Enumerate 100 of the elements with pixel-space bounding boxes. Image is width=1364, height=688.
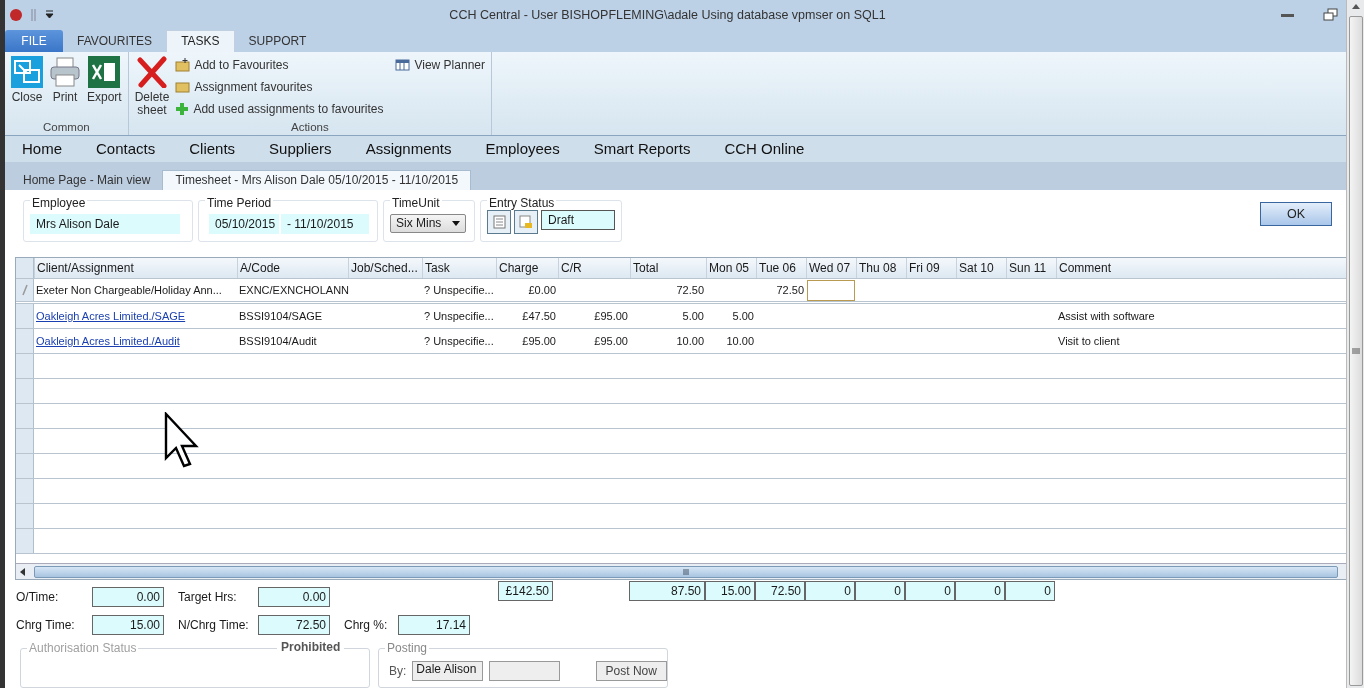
ribbon-button[interactable]: Add to Favourites	[175, 53, 384, 76]
ribbon-tab[interactable]: TASKS	[166, 29, 235, 52]
row-header[interactable]	[16, 354, 34, 379]
table-cell-text: 72.50	[675, 283, 705, 299]
row-header[interactable]	[16, 479, 34, 504]
row-header[interactable]	[16, 429, 34, 454]
caret-icon	[452, 220, 460, 226]
printer-icon	[49, 55, 81, 88]
ribbon-button[interactable]: Delete sheet	[134, 55, 170, 121]
nav-item[interactable]: Employees	[485, 140, 560, 158]
field-label: By:	[389, 664, 407, 678]
ribbon-tab[interactable]: SUPPORT	[234, 29, 321, 52]
ribbon-button[interactable]: Add used assignments to favourites	[175, 97, 384, 120]
posted-by-field[interactable]: Dale Alison	[412, 661, 483, 681]
column-header[interactable]: Total	[630, 258, 706, 279]
ok-button[interactable]: OK	[1260, 201, 1332, 226]
row-header[interactable]	[16, 404, 34, 429]
group-label: Authorisation Status	[27, 641, 139, 655]
table-cell-text: 5.00	[731, 309, 755, 325]
nav-item[interactable]: CCH Online	[724, 140, 805, 158]
table-row[interactable]: Oakleigh Acres Limited./Audit BSSI9104/Audit ? Unspecifie... £95.00 £95.00 10.00 10.00 Visit to client	[16, 329, 1346, 355]
field-label: Employee	[30, 195, 88, 210]
column-header[interactable]: Job/Sched...	[348, 258, 422, 279]
summary-label: N/Chrg Time:	[178, 617, 250, 632]
table-cell-text: £95.00	[593, 334, 629, 350]
nav-item[interactable]: Home	[22, 140, 62, 158]
column-header[interactable]: C/R	[558, 258, 630, 279]
column-header[interactable]: Task	[422, 258, 496, 279]
row-header[interactable]	[16, 529, 34, 554]
toolbar-separator-icon	[31, 7, 37, 22]
assignment-link[interactable]: Oakleigh Acres Limited./Audit	[34, 329, 237, 354]
document-tab[interactable]: Home Page - Main view	[11, 169, 163, 190]
column-header[interactable]: A/Code	[237, 258, 348, 279]
total-field: 15.00	[705, 580, 755, 601]
ribbon-button[interactable]: Close	[11, 55, 43, 121]
lock-button[interactable]	[514, 209, 538, 234]
group-label: Posting	[385, 641, 430, 655]
column-header[interactable]: Mon 05	[706, 258, 756, 279]
window-icon	[11, 55, 43, 88]
column-header[interactable]: Sun 11	[1006, 258, 1056, 279]
date-field[interactable]: - 11/10/2015	[281, 213, 369, 234]
table-row[interactable]: Exeter Non Chargeable/Holiday Ann... EXNC/EXNCHOLANN ? Unspecifie... £0.00 72.50 72.50	[16, 279, 1346, 305]
employee-field[interactable]: Mrs Alison Dale	[30, 213, 180, 234]
cell-editor[interactable]	[807, 280, 855, 302]
table-cell-text: ? Unspecifie...	[423, 309, 495, 325]
file-menu-tab[interactable]: FILE	[5, 29, 63, 52]
cross-icon	[136, 55, 169, 88]
table-cell-text: £95.00	[521, 334, 557, 350]
column-header[interactable]: Wed 07	[806, 258, 856, 279]
folder-icon	[175, 80, 191, 93]
input-field[interactable]	[488, 661, 560, 681]
column-header[interactable]: Sat 10	[956, 258, 1006, 279]
horizontal-scrollbar[interactable]	[16, 563, 1346, 580]
ribbon-tab[interactable]: FAVOURITES	[63, 29, 167, 52]
nav-item[interactable]: Clients	[189, 140, 236, 158]
row-header[interactable]	[16, 504, 34, 529]
table-cell-text: 10.00	[675, 334, 705, 350]
table-cell-text: 5.00	[681, 309, 705, 325]
summary-field: 15.00	[92, 614, 164, 635]
ribbon-button[interactable]: Print	[49, 55, 81, 121]
column-header[interactable]: Tue 06	[756, 258, 806, 279]
total-field: 0	[855, 580, 905, 601]
row-header[interactable]	[16, 329, 34, 354]
ribbon-button[interactable]: Assignment favourites	[175, 75, 384, 98]
ribbon-button[interactable]: Export	[87, 55, 122, 121]
summary-label: Chrg %:	[344, 617, 389, 632]
column-header[interactable]: Client/Assignment	[34, 258, 237, 279]
vertical-scrollbar[interactable]	[1346, 0, 1364, 688]
assignment-link[interactable]: Oakleigh Acres Limited./SAGE	[34, 304, 237, 329]
post-now-button[interactable]: Post Now	[595, 661, 667, 681]
total-field: 0	[805, 580, 855, 601]
date-field[interactable]: 05/10/2015	[209, 213, 279, 234]
status-field[interactable]: Draft	[541, 209, 615, 230]
restore-icon[interactable]	[1323, 7, 1338, 22]
status-text: Prohibited	[277, 640, 345, 654]
row-header[interactable]	[16, 379, 34, 404]
nav-item[interactable]: Smart Reports	[593, 140, 691, 158]
folder-icon	[175, 57, 191, 72]
nav-item[interactable]: Contacts	[96, 140, 156, 158]
column-header[interactable]: Charge	[496, 258, 558, 279]
total-field: £142.50	[498, 580, 553, 601]
total-field: 87.50	[629, 580, 705, 601]
row-header[interactable]	[16, 454, 34, 479]
document-button[interactable]	[487, 209, 511, 234]
column-header[interactable]: Thu 08	[856, 258, 906, 279]
time-unit-dropdown[interactable]: Six Mins	[390, 213, 466, 233]
table-row[interactable]: Oakleigh Acres Limited./SAGE BSSI9104/SAGE ? Unspecifie... £47.50 £95.00 5.00 5.00 Assist with software	[16, 304, 1346, 330]
nav-item[interactable]: Suppliers	[269, 140, 332, 158]
ribbon-button[interactable]: View Planner	[395, 53, 485, 76]
column-header[interactable]: Fri 09	[906, 258, 956, 279]
row-header[interactable]	[16, 279, 34, 302]
table-cell-text: 10.00	[725, 334, 755, 350]
nav-item[interactable]: Assignments	[365, 140, 452, 158]
customize-dropdown-icon[interactable]	[45, 10, 54, 20]
row-header[interactable]	[16, 304, 34, 329]
summary-field: 0.00	[92, 587, 164, 608]
table-cell-text: Visit to client	[1057, 334, 1121, 350]
grip-icon	[1351, 348, 1360, 354]
document-tab[interactable]: Timesheet - Mrs Alison Dale 05/10/2015 - 11/10/2015	[162, 169, 472, 190]
total-field: 0	[955, 580, 1005, 601]
